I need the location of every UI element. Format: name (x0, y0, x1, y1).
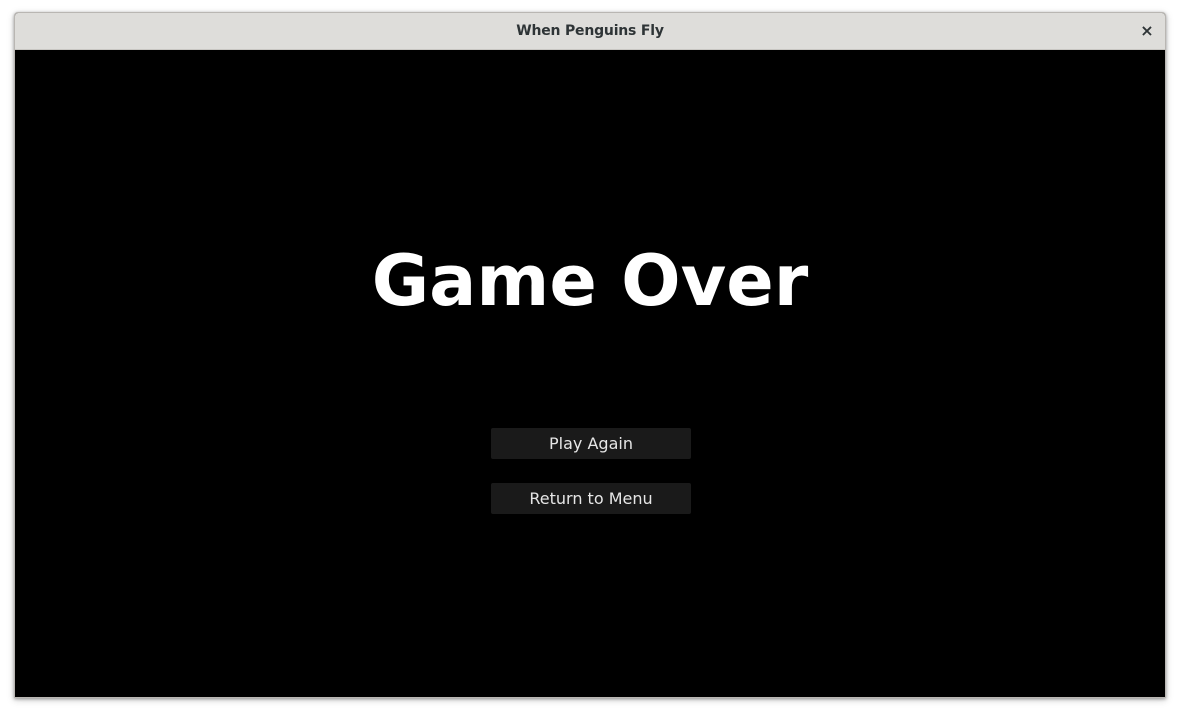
title-bar[interactable]: When Penguins Fly × (15, 13, 1165, 50)
close-icon[interactable]: × (1135, 19, 1159, 43)
game-over-heading: Game Over (371, 240, 809, 322)
return-to-menu-button[interactable]: Return to Menu (491, 483, 691, 514)
play-again-button[interactable]: Play Again (491, 428, 691, 459)
window-title: When Penguins Fly (516, 23, 664, 39)
game-canvas: Game Over Play Again Return to Menu (15, 50, 1165, 697)
game-window: When Penguins Fly × Game Over Play Again… (14, 12, 1166, 698)
